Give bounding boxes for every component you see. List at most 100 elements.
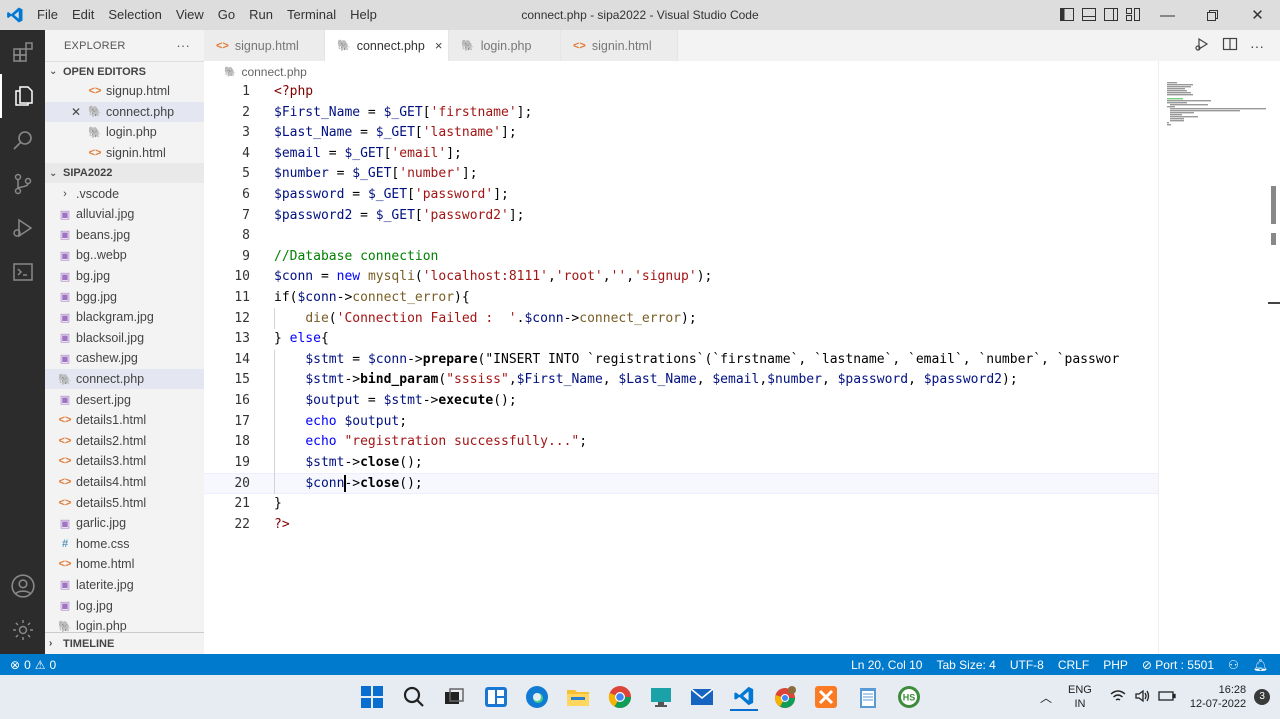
menu-view[interactable]: View xyxy=(169,0,211,30)
file-item[interactable]: ▣ laterite.jpg xyxy=(45,575,204,596)
file-item[interactable]: ▣ bgg.jpg xyxy=(45,286,204,307)
code-line[interactable]: 6 $password = $_GET['password']; xyxy=(204,185,1158,206)
code-line[interactable]: 17 echo $output; xyxy=(204,412,1158,433)
menu-go[interactable]: Go xyxy=(211,0,242,30)
file-item[interactable]: ▣ blackgram.jpg xyxy=(45,307,204,328)
file-item[interactable]: 🐘 connect.php xyxy=(45,368,204,390)
taskbar-search-icon[interactable] xyxy=(399,683,427,711)
maximize-icon[interactable] xyxy=(1190,0,1235,30)
feedback-icon[interactable]: ⚇ xyxy=(1228,658,1239,672)
account-icon[interactable] xyxy=(0,564,45,608)
close-icon[interactable]: × xyxy=(435,38,443,53)
code-line[interactable]: 20 $conn->close(); xyxy=(204,473,1158,494)
more-actions-icon[interactable]: ··· xyxy=(176,38,190,53)
file-item[interactable]: # home.css xyxy=(45,533,204,554)
code-line[interactable]: 22 ?> xyxy=(204,515,1158,536)
tab-signin[interactable]: <> signin.html xyxy=(561,30,678,61)
more-actions-icon[interactable]: ··· xyxy=(1250,38,1264,54)
code-line[interactable]: 21} xyxy=(204,494,1158,515)
close-window-icon[interactable]: ✕ xyxy=(1235,0,1280,30)
minimize-icon[interactable]: — xyxy=(1145,0,1190,30)
menu-help[interactable]: Help xyxy=(343,0,384,30)
folder-item[interactable]: › .vscode xyxy=(45,183,204,204)
xampp-icon[interactable] xyxy=(812,683,840,711)
open-editor-item[interactable]: <> signup.html xyxy=(45,81,204,102)
run-debug-icon[interactable] xyxy=(0,206,45,250)
code-line[interactable]: 10 $conn = new mysqli('localhost:8111','r… xyxy=(204,267,1158,288)
notifications-bell-icon[interactable]: 🔔︎ xyxy=(1253,658,1268,672)
tab-connect[interactable]: 🐘 connect.php × xyxy=(325,30,449,61)
mail-icon[interactable] xyxy=(688,683,716,711)
chrome-profile-icon[interactable] xyxy=(771,683,799,711)
file-item[interactable]: <> home.html xyxy=(45,554,204,575)
tab-signup[interactable]: <> signup.html xyxy=(204,30,325,61)
search-icon[interactable] xyxy=(0,118,45,162)
toggle-secondary-sidebar-icon[interactable] xyxy=(1102,5,1120,23)
breadcrumb-file[interactable]: connect.php xyxy=(241,65,306,79)
windows-start-icon[interactable] xyxy=(358,683,386,711)
code-line[interactable]: 11 if($conn->connect_error){ xyxy=(204,288,1158,309)
source-control-icon[interactable] xyxy=(0,162,45,206)
code-line[interactable]: 18 echo "registration successfully..."; xyxy=(204,432,1158,453)
vscode-taskbar-icon[interactable] xyxy=(730,683,758,711)
breadcrumb[interactable]: 🐘 connect.php xyxy=(204,61,1158,83)
file-item[interactable]: ▣ garlic.jpg xyxy=(45,513,204,534)
file-item[interactable]: <> details2.html xyxy=(45,431,204,452)
tab-size[interactable]: Tab Size: 4 xyxy=(936,658,995,672)
file-item[interactable]: <> details3.html xyxy=(45,451,204,472)
file-item[interactable]: ▣ bg..webp xyxy=(45,245,204,266)
menu-run[interactable]: Run xyxy=(242,0,280,30)
tab-login[interactable]: 🐘 login.php xyxy=(449,30,561,61)
menu-selection[interactable]: Selection xyxy=(101,0,168,30)
show-hidden-icons-icon[interactable]: ︿ xyxy=(1040,689,1052,706)
settings-gear-icon[interactable] xyxy=(0,608,45,652)
extensions-icon[interactable] xyxy=(0,30,45,74)
code-line[interactable]: 15 $stmt->bind_param("sssiss",$First_Nam… xyxy=(204,370,1158,391)
toggle-panel-icon[interactable] xyxy=(1080,5,1098,23)
code-line[interactable]: 4 $email = $_GET['email']; xyxy=(204,144,1158,165)
explorer-icon[interactable] xyxy=(0,74,45,118)
file-item[interactable]: ▣ beans.jpg xyxy=(45,225,204,246)
file-item[interactable]: <> details1.html xyxy=(45,410,204,431)
notepad-icon[interactable] xyxy=(854,683,882,711)
code-line[interactable]: 5 $number = $_GET['number']; xyxy=(204,164,1158,185)
timeline-section[interactable]: › TIMELINE xyxy=(45,632,204,654)
line-ending[interactable]: CRLF xyxy=(1058,658,1089,672)
split-editor-icon[interactable] xyxy=(1222,36,1238,55)
close-icon[interactable]: ✕ xyxy=(69,105,83,119)
file-item[interactable]: ▣ alluvial.jpg xyxy=(45,204,204,225)
code-line[interactable]: 16 $output = $stmt->execute(); xyxy=(204,391,1158,412)
widgets-icon[interactable] xyxy=(482,683,510,711)
open-editor-item[interactable]: ✕ 🐘 connect.php xyxy=(45,101,204,123)
encoding[interactable]: UTF-8 xyxy=(1010,658,1044,672)
code-line[interactable]: 3 $Last_Name = $_GET['lastname']; xyxy=(204,123,1158,144)
notification-badge[interactable]: 3 xyxy=(1254,689,1271,705)
code-line[interactable]: 13} else{ xyxy=(204,329,1158,350)
code-line[interactable]: 12 die('Connection Failed : '.$conn->con… xyxy=(204,309,1158,330)
file-explorer-icon[interactable] xyxy=(564,683,592,711)
hs-app-icon[interactable]: HS xyxy=(895,683,923,711)
task-view-icon[interactable] xyxy=(440,683,468,711)
customize-layout-icon[interactable] xyxy=(1124,5,1142,23)
problems-indicator[interactable]: ⊗ 0 ⚠ 0 xyxy=(0,658,56,672)
code-line[interactable]: 2 $First_Name = $_GET['firstname']; xyxy=(204,103,1158,124)
monitor-app-icon[interactable] xyxy=(647,683,675,711)
menu-edit[interactable]: Edit xyxy=(65,0,101,30)
toggle-sidebar-icon[interactable] xyxy=(1058,5,1076,23)
open-editor-item[interactable]: <> signin.html xyxy=(45,143,204,164)
file-item[interactable]: <> details4.html xyxy=(45,472,204,493)
open-editor-item[interactable]: 🐘 login.php xyxy=(45,122,204,143)
code-line[interactable]: 1 <?php xyxy=(204,82,1158,103)
volume-icon[interactable] xyxy=(1134,689,1150,706)
live-server-port[interactable]: ⊘ Port : 5501 xyxy=(1142,658,1214,672)
code-line[interactable]: 8 xyxy=(204,226,1158,247)
file-item[interactable]: <> details5.html xyxy=(45,492,204,513)
file-item[interactable]: ▣ blacksoil.jpg xyxy=(45,328,204,349)
minimap[interactable] xyxy=(1158,61,1280,654)
code-line[interactable]: 9 //Database connection xyxy=(204,247,1158,268)
open-editors-section[interactable]: ⌄ OPEN EDITORS xyxy=(45,61,204,81)
battery-icon[interactable] xyxy=(1158,690,1176,705)
menu-terminal[interactable]: Terminal xyxy=(280,0,343,30)
edge-browser-icon[interactable] xyxy=(523,683,551,711)
language-mode[interactable]: PHP xyxy=(1103,658,1128,672)
